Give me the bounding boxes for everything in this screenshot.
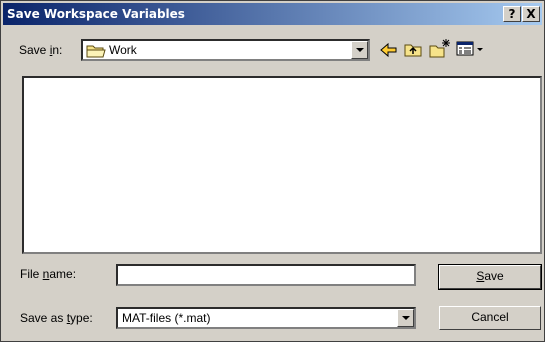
save-in-dropdown-button[interactable] — [351, 41, 368, 59]
file-name-label: File name: — [20, 267, 77, 281]
back-arrow-icon[interactable] — [379, 41, 399, 59]
file-list[interactable] — [22, 76, 542, 254]
save-in-combobox[interactable]: Work — [81, 39, 370, 61]
save-as-type-label: Save as type: — [20, 311, 93, 325]
new-folder-icon[interactable] — [429, 38, 451, 58]
folder-icon — [86, 45, 106, 58]
close-button[interactable]: X — [522, 6, 540, 22]
title-bar: Save Workspace Variables ? X — [3, 3, 542, 25]
up-folder-icon[interactable] — [404, 40, 424, 58]
file-name-input[interactable] — [116, 264, 416, 286]
save-dialog: Save Workspace Variables ? X Save in: Wo… — [0, 0, 545, 342]
view-menu-icon[interactable] — [456, 41, 484, 57]
save-in-value: Work — [109, 43, 137, 57]
cancel-button[interactable]: Cancel — [439, 306, 541, 330]
save-button[interactable]: Save — [438, 264, 542, 290]
save-as-type-dropdown-button[interactable] — [397, 309, 414, 327]
save-in-label: Save in: — [19, 43, 63, 57]
help-button[interactable]: ? — [503, 6, 521, 22]
save-as-type-value: MAT-files (*.mat) — [122, 311, 211, 325]
window-title: Save Workspace Variables — [7, 7, 185, 21]
save-as-type-combobox[interactable]: MAT-files (*.mat) — [116, 307, 416, 329]
